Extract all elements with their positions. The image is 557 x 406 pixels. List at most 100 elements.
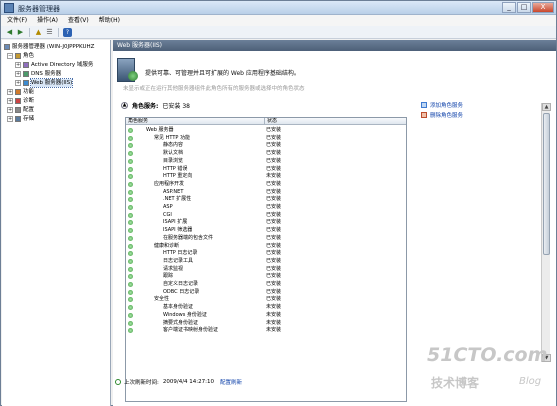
installed-count: 已安装 38	[162, 102, 190, 110]
table-row[interactable]: Web 服务器 已安装	[126, 127, 406, 134]
role-service-status-icon	[128, 189, 133, 195]
collapse-icon[interactable]: −	[7, 53, 13, 59]
role-service-status: 已安装	[266, 188, 282, 195]
expand-icon[interactable]: +	[15, 80, 21, 86]
watermark-blog: Blog	[519, 376, 542, 387]
role-service-status: 已安装	[266, 242, 282, 249]
configure-refresh-link[interactable]: 配置刷新	[220, 378, 242, 386]
window-title: 服务器管理器	[18, 5, 60, 13]
list-view-icon[interactable]: ☰	[45, 28, 54, 37]
role-service-name: CGI	[163, 211, 172, 218]
server-icon	[4, 44, 10, 50]
table-row[interactable]: HTTP 错误 已安装	[126, 166, 406, 173]
role-service-status-icon	[128, 212, 133, 218]
tree-item-features[interactable]: + 功能	[7, 88, 34, 96]
refresh-icon[interactable]	[115, 378, 121, 385]
expand-icon[interactable]: +	[15, 62, 21, 68]
table-row[interactable]: 自定义日志记录 已安装	[126, 281, 406, 288]
tree-item-web-server[interactable]: + Web 服务器(IIS)	[15, 78, 74, 88]
table-row[interactable]: 默认文档 已安装	[126, 150, 406, 157]
web-server-icon	[23, 80, 29, 86]
tree-item-label: 存储	[23, 116, 35, 122]
tree-item-label: 功能	[23, 89, 35, 95]
table-row[interactable]: Windows 身份验证 未安装	[126, 312, 406, 319]
tree-item-label: Active Directory 域服务	[31, 62, 94, 68]
tree-item-dns[interactable]: + DNS 服务器	[15, 70, 61, 78]
up-folder-icon[interactable]: ▲	[34, 28, 43, 37]
tree-item-storage[interactable]: + 存储	[7, 115, 34, 123]
role-service-status: 已安装	[266, 234, 282, 241]
minimize-button[interactable]: _	[502, 2, 516, 13]
menu-file[interactable]: 文件(F)	[7, 15, 27, 26]
help-icon[interactable]: ?	[63, 27, 72, 37]
table-row[interactable]: 请求监视 已安装	[126, 266, 406, 273]
table-row[interactable]: 目录浏览 已安装	[126, 158, 406, 165]
role-service-name: ASP	[163, 204, 173, 210]
table-row[interactable]: ISAPI 扩展 已安装	[126, 219, 406, 226]
table-row[interactable]: 摘要式身份验证 未安装	[126, 319, 406, 327]
table-row[interactable]: ASP.NET 已安装	[126, 188, 406, 196]
table-row[interactable]: 客户端证书映射身份验证 未安装	[126, 327, 406, 334]
table-row[interactable]: CGI 已安装	[126, 211, 406, 219]
table-row[interactable]: 应用程序开发 已安装	[126, 181, 406, 188]
tree-item-root[interactable]: 服务器管理器 (WIN-J0JPPPKUHZ	[4, 43, 94, 51]
role-service-name: .NET 扩展性	[163, 196, 192, 203]
tree-item-label: Web 服务器(IIS)	[29, 78, 74, 88]
role-service-status: 已安装	[266, 281, 282, 287]
role-service-status: 未安装	[266, 319, 282, 326]
menu-action[interactable]: 操作(A)	[37, 15, 58, 26]
action-label: 添加角色服务	[430, 102, 464, 109]
maximize-button[interactable]: □	[517, 2, 531, 13]
storage-icon	[15, 116, 21, 122]
role-service-name: 在服务器端的包含文件	[163, 234, 214, 241]
table-row[interactable]: 健康和诊断 已安装	[126, 242, 406, 250]
role-service-status: 已安装	[266, 196, 282, 203]
role-services-summary[interactable]: ▲ 角色服务: 已安装 38	[121, 100, 411, 110]
menu-view[interactable]: 查看(V)	[68, 15, 89, 26]
collapse-section-icon[interactable]: ▲	[121, 101, 128, 109]
expand-icon[interactable]: +	[7, 107, 13, 113]
table-row[interactable]: 静态内容 已安装	[126, 142, 406, 149]
scroll-thumb[interactable]	[543, 113, 550, 255]
table-row[interactable]: 日志记录工具 已安装	[126, 258, 406, 265]
column-header-role[interactable]: 角色服务	[126, 118, 264, 125]
table-row[interactable]: 跟踪 已安装	[126, 273, 406, 280]
expand-icon[interactable]: +	[15, 71, 21, 77]
role-service-status-icon	[128, 135, 133, 141]
role-service-status-icon	[128, 282, 133, 287]
scroll-up-icon[interactable]: ▲	[542, 103, 551, 111]
table-row[interactable]: HTTP 重定向 未安装	[126, 173, 406, 180]
active-directory-icon	[23, 62, 29, 68]
close-button[interactable]: X	[532, 2, 554, 13]
menu-help[interactable]: 帮助(H)	[99, 15, 120, 26]
table-row[interactable]: 安全性 已安装	[126, 296, 406, 303]
back-arrow-icon[interactable]: ◀	[5, 28, 14, 37]
table-row[interactable]: .NET 扩展性 已安装	[126, 196, 406, 203]
role-service-status: 已安装	[266, 211, 282, 218]
tree-item-diagnostics[interactable]: + 诊断	[7, 97, 34, 105]
forward-arrow-icon[interactable]: ▶	[16, 28, 25, 37]
role-service-status: 未安装	[266, 173, 282, 180]
table-row[interactable]: ODBC 日志记录 已安装	[126, 289, 406, 296]
expand-icon[interactable]: +	[7, 98, 13, 104]
remove-role-services-link[interactable]: 删除角色服务	[421, 110, 463, 119]
table-row[interactable]: 基本身份验证 未安装	[126, 304, 406, 311]
table-row[interactable]: ISAPI 筛选器 已安装	[126, 227, 406, 234]
table-row[interactable]: 在服务器端的包含文件 已安装	[126, 234, 406, 242]
tree-item-config[interactable]: + 配置	[7, 106, 34, 114]
column-header-status[interactable]: 状态	[264, 118, 406, 125]
role-service-name: HTTP 日志记录	[163, 250, 198, 257]
table-row[interactable]: HTTP 日志记录 已安装	[126, 250, 406, 257]
role-service-status: 已安装	[266, 142, 282, 149]
tree-item-roles[interactable]: − 角色	[7, 52, 34, 60]
watermark-domain: 51CTO.com	[427, 344, 548, 366]
role-service-status-icon	[128, 143, 133, 149]
table-row[interactable]: ASP 已安装	[126, 204, 406, 211]
table-row[interactable]: 常见 HTTP 功能 已安装	[126, 135, 406, 142]
expand-icon[interactable]: +	[7, 89, 13, 95]
vertical-scrollbar[interactable]: ▲ ▼	[541, 103, 551, 362]
tree-item-ad[interactable]: + Active Directory 域服务	[15, 61, 93, 69]
role-service-name: 默认文档	[163, 150, 184, 157]
expand-icon[interactable]: +	[7, 116, 13, 122]
add-role-services-link[interactable]: 添加角色服务	[421, 100, 463, 109]
